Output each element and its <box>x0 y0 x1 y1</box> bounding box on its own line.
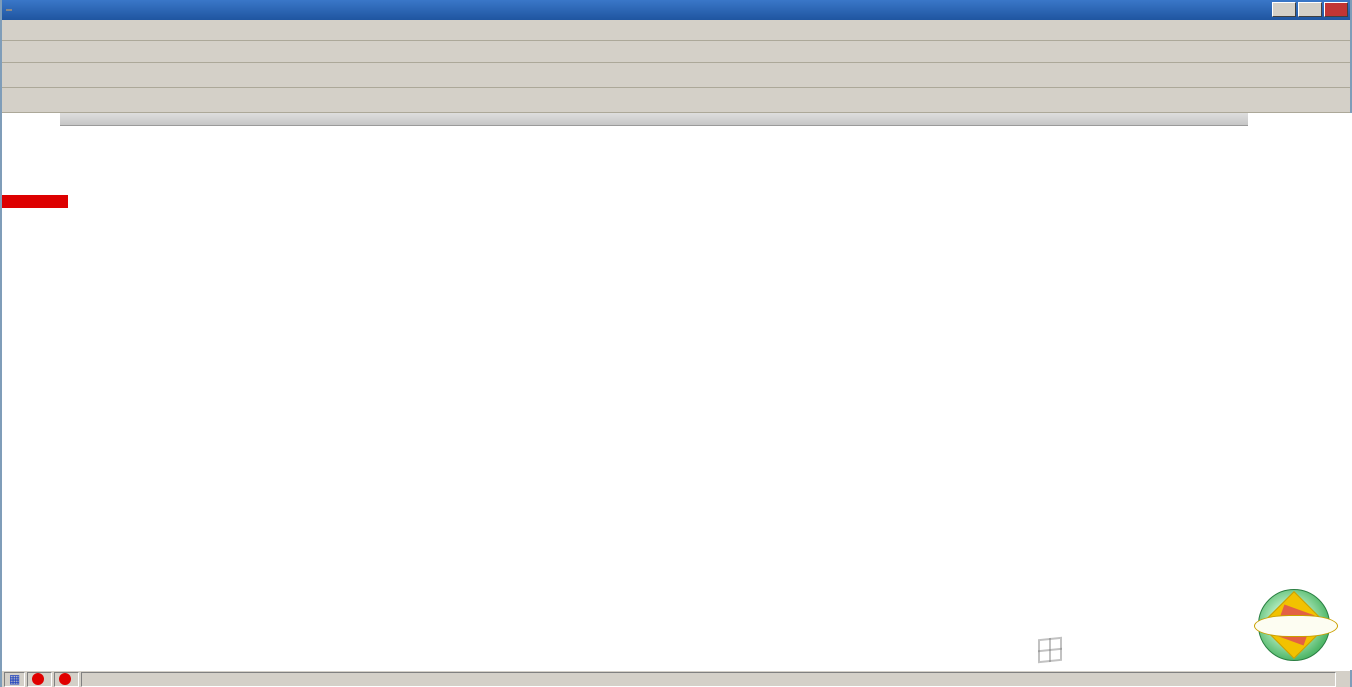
sh-index-icon <box>32 673 44 685</box>
sz-index-icon <box>59 673 71 685</box>
quote-table-icon: ▦ <box>9 673 20 685</box>
status-grid-panel[interactable]: ▦ <box>4 672 25 687</box>
status-sz-index[interactable] <box>54 672 79 687</box>
status-bar: ▦ <box>2 670 1350 687</box>
status-sh-index[interactable] <box>27 672 52 687</box>
application-window: ▦ <box>0 0 1352 687</box>
kline-chart[interactable] <box>2 0 1352 687</box>
status-message-field <box>81 672 1336 687</box>
